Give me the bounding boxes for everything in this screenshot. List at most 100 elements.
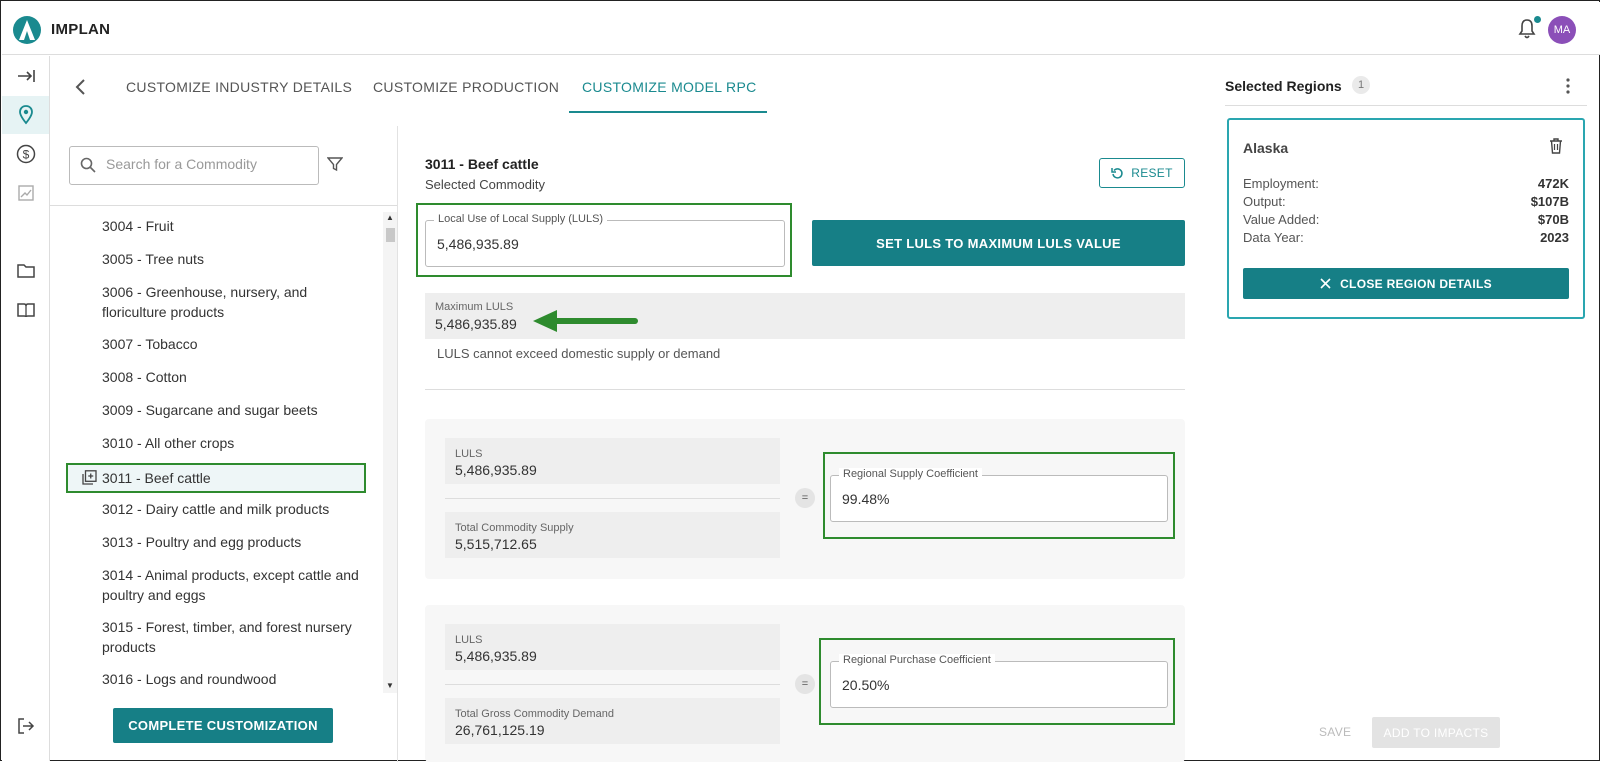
left-rail: $: [2, 56, 50, 761]
rail-regions[interactable]: [2, 96, 49, 134]
commodity-list: 3004 - Fruit 3005 - Tree nuts 3006 - Gre…: [50, 206, 383, 693]
reset-label: RESET: [1131, 166, 1173, 180]
back-chevron-icon[interactable]: [73, 77, 89, 97]
rpc-input[interactable]: [842, 677, 1145, 693]
list-item[interactable]: 3008 - Cotton: [102, 367, 362, 387]
reset-button[interactable]: RESET: [1099, 158, 1185, 188]
scroll-down-icon[interactable]: ▼: [386, 681, 394, 690]
rpc-field-label: Regional Purchase Coefficient: [839, 654, 995, 666]
list-item-selected[interactable]: 3011 - Beef cattle: [66, 463, 366, 493]
kebab-icon[interactable]: [1565, 78, 1571, 94]
section-divider: [425, 389, 1185, 390]
regions-divider: [1225, 105, 1587, 106]
list-item[interactable]: 3010 - All other crops: [102, 433, 362, 453]
rpc-fraction-line: [445, 684, 780, 685]
luls-note: LULS cannot exceed domestic supply or de…: [437, 346, 721, 361]
app-frame: IMPLAN MA $ CUSTOMIZE INDUSTRY DETAILS C…: [0, 0, 1600, 762]
max-luls-label: Maximum LULS: [435, 301, 514, 313]
location-pin-icon: [18, 105, 33, 125]
scroll-up-icon[interactable]: ▲: [386, 213, 394, 222]
max-luls-value: 5,486,935.89: [435, 316, 517, 332]
luls-field: Local Use of Local Supply (LULS): [425, 213, 785, 267]
list-item[interactable]: 3016 - Logs and roundwood: [102, 669, 362, 689]
stat-data-year-value: 2023: [1540, 230, 1569, 245]
rpc-demand-label: Total Gross Commodity Demand: [455, 708, 614, 720]
stat-output-label: Output:: [1243, 194, 1286, 209]
search-input[interactable]: [106, 156, 306, 172]
folder-icon: [16, 264, 35, 278]
stat-employment-label: Employment:: [1243, 176, 1319, 191]
tab-customize-industry-details[interactable]: CUSTOMIZE INDUSTRY DETAILS: [126, 79, 352, 95]
app-name: IMPLAN: [51, 21, 111, 38]
list-item[interactable]: 3007 - Tobacco: [102, 334, 362, 354]
chart-icon: [17, 185, 34, 201]
stat-value-added-value: $70B: [1537, 212, 1569, 227]
luls-field-label: Local Use of Local Supply (LULS): [434, 213, 608, 225]
rail-projects[interactable]: [2, 252, 49, 290]
list-item[interactable]: 3014 - Animal products, except cattle an…: [102, 565, 362, 605]
rsc-field-label: Regional Supply Coefficient: [839, 468, 982, 480]
stat-data-year-label: Data Year:: [1243, 230, 1304, 245]
list-item[interactable]: 3004 - Fruit: [102, 216, 362, 236]
reset-icon: [1111, 167, 1123, 179]
rsc-luls-value: 5,486,935.89: [455, 462, 537, 478]
list-item[interactable]: 3006 - Greenhouse, nursery, and floricul…: [102, 282, 362, 322]
tab-customize-model-rpc[interactable]: CUSTOMIZE MODEL RPC: [582, 79, 757, 95]
list-item[interactable]: 3009 - Sugarcane and sugar beets: [102, 400, 362, 420]
rpc-demand-box: Total Gross Commodity Demand 26,761,125.…: [445, 698, 780, 744]
rail-impacts[interactable]: $: [2, 135, 49, 173]
rpc-luls-value: 5,486,935.89: [455, 648, 537, 664]
scroll-thumb[interactable]: [386, 228, 395, 242]
rsc-supply-box: Total Commodity Supply 5,515,712.65: [445, 512, 780, 558]
list-item[interactable]: 3015 - Forest, timber, and forest nurser…: [102, 617, 362, 657]
close-region-details-button[interactable]: CLOSE REGION DETAILS: [1243, 268, 1569, 299]
rail-expand[interactable]: [2, 57, 49, 95]
rpc-field: Regional Purchase Coefficient: [830, 654, 1168, 708]
list-item[interactable]: 3013 - Poultry and egg products: [102, 532, 362, 552]
complete-customization-button[interactable]: COMPLETE CUSTOMIZATION: [113, 708, 333, 743]
save-button[interactable]: SAVE: [1319, 725, 1351, 739]
rail-results[interactable]: [2, 174, 49, 212]
list-item[interactable]: 3012 - Dairy cattle and milk products: [102, 499, 362, 519]
rsc-field: Regional Supply Coefficient: [830, 468, 1168, 522]
rsc-fraction-line: [445, 498, 780, 499]
add-to-impacts-button[interactable]: ADD TO IMPACTS: [1372, 717, 1500, 748]
rsc-card: LULS 5,486,935.89 Total Commodity Supply…: [425, 419, 1185, 579]
implan-logo-icon[interactable]: [13, 16, 41, 44]
arrow-left-icon: [533, 310, 638, 332]
list-item[interactable]: 3005 - Tree nuts: [102, 249, 362, 269]
luls-input[interactable]: [437, 236, 760, 252]
rpc-luls-box: LULS 5,486,935.89: [445, 624, 780, 670]
filter-icon[interactable]: [327, 156, 343, 172]
rpc-card: LULS 5,486,935.89 Total Gross Commodity …: [425, 605, 1185, 762]
rsc-supply-label: Total Commodity Supply: [455, 522, 574, 534]
add-box-icon: [82, 470, 97, 485]
rsc-input[interactable]: [842, 491, 1145, 507]
equals-sign: =: [795, 488, 815, 508]
list-item-label: 3011 - Beef cattle: [102, 470, 211, 486]
avatar[interactable]: MA: [1548, 16, 1576, 44]
selected-commodity-title: 3011 - Beef cattle: [425, 156, 539, 172]
region-name: Alaska: [1243, 140, 1289, 156]
logout-icon: [17, 718, 34, 734]
stat-employment-value: 472K: [1537, 176, 1569, 191]
close-icon: [1320, 278, 1331, 289]
expand-icon: [17, 70, 35, 82]
rsc-supply-value: 5,515,712.65: [455, 536, 537, 552]
notification-dot: [1534, 16, 1541, 23]
rpc-luls-label: LULS: [455, 634, 483, 646]
rpc-demand-value: 26,761,125.19: [455, 722, 545, 738]
selected-commodity-subtitle: Selected Commodity: [425, 177, 545, 192]
search-icon: [80, 157, 96, 173]
svg-text:$: $: [22, 148, 29, 162]
list-scrollbar[interactable]: ▲ ▼: [383, 212, 397, 693]
column-separator: [397, 126, 398, 762]
trash-icon[interactable]: [1549, 138, 1563, 154]
set-luls-max-button[interactable]: SET LULS TO MAXIMUM LULS VALUE: [812, 220, 1185, 266]
rail-help[interactable]: [2, 291, 49, 329]
tab-customize-production[interactable]: CUSTOMIZE PRODUCTION: [373, 79, 559, 95]
selected-regions-title: Selected Regions: [1225, 78, 1342, 94]
stat-output-value: $107B: [1530, 194, 1569, 209]
rail-logout[interactable]: [2, 707, 49, 745]
rsc-luls-label: LULS: [455, 448, 483, 460]
